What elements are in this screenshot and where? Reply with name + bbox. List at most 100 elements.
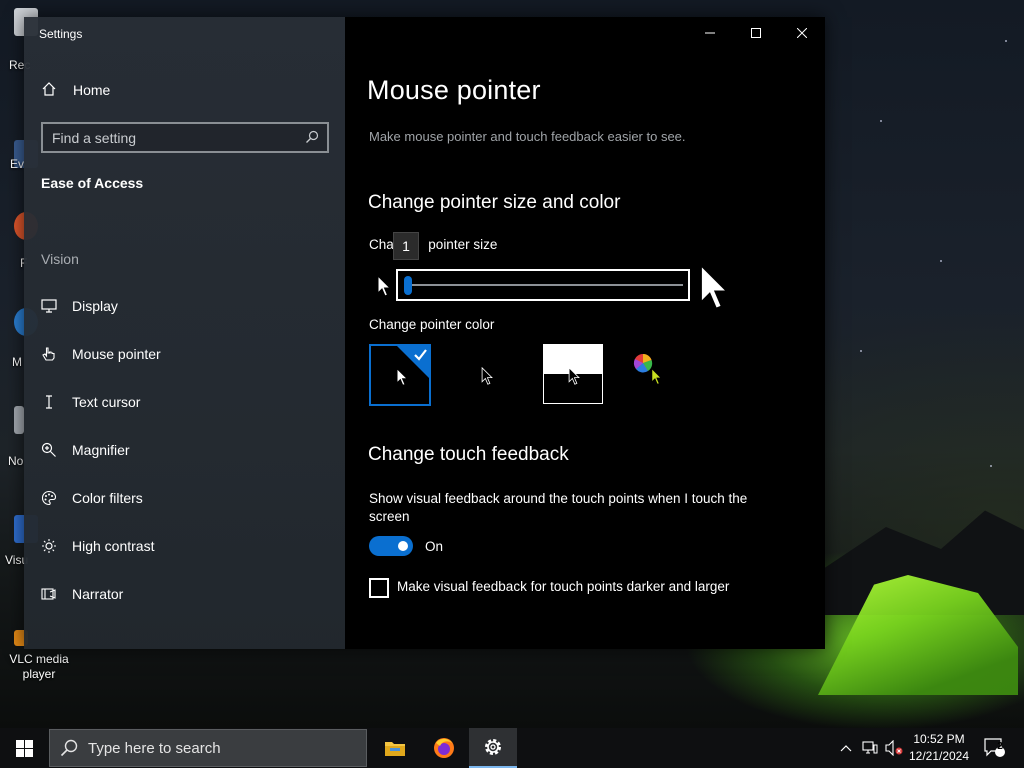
- sidebar-item-label: Narrator: [72, 586, 124, 602]
- notification-count: 2: [997, 741, 1003, 752]
- sidebar-item-label: Home: [73, 82, 111, 98]
- sidebar-item-high-contrast[interactable]: High contrast: [41, 535, 331, 557]
- touch-feedback-label: Show visual feedback around the touch po…: [369, 491, 748, 524]
- taskbar-search-placeholder: Type here to search: [88, 739, 221, 757]
- sidebar-item-label: Text cursor: [72, 394, 141, 410]
- hand-pointer-icon: [41, 346, 57, 362]
- color-option-black[interactable]: [455, 344, 517, 406]
- large-pointer-icon: [699, 263, 729, 316]
- sidebar-item-magnifier[interactable]: Magnifier: [41, 439, 331, 461]
- windows-logo-icon: [15, 739, 33, 757]
- volume-tray-button[interactable]: [884, 728, 904, 768]
- search-icon: [60, 739, 78, 757]
- sidebar-item-label: Color filters: [72, 490, 143, 506]
- star: [990, 465, 992, 467]
- desktop-icon-label: No: [8, 454, 24, 468]
- touch-section-title: Change touch feedback: [368, 444, 569, 465]
- yellow-pointer-icon: [651, 368, 662, 385]
- sun-icon: [41, 538, 57, 554]
- find-setting-search-box[interactable]: [41, 122, 329, 153]
- taskbar-settings[interactable]: [469, 728, 517, 768]
- pointer-size-label-prefix: Cha: [369, 237, 394, 252]
- page-description: Make mouse pointer and touch feedback ea…: [369, 129, 686, 144]
- color-option-white[interactable]: [369, 344, 431, 406]
- desktop-icon-label: Rec: [9, 58, 31, 72]
- section-title: Ease of Access: [41, 175, 144, 191]
- touch-feedback-toggle[interactable]: [369, 536, 413, 556]
- sidebar-item-mouse-pointer[interactable]: Mouse pointer: [41, 343, 331, 365]
- window-controls: [687, 17, 825, 49]
- slider-track: [406, 284, 683, 286]
- toggle-knob: [398, 541, 408, 551]
- network-tray-button[interactable]: [860, 728, 880, 768]
- sidebar-item-narrator[interactable]: Narrator: [41, 583, 331, 605]
- inverted-pointer-icon: [568, 367, 580, 385]
- desktop-icon-label: Ev: [10, 157, 25, 171]
- darker-feedback-label: Make visual feedback for touch points da…: [397, 579, 730, 594]
- gear-icon: [485, 739, 501, 755]
- taskbar-search-box[interactable]: Type here to search: [49, 729, 367, 767]
- page-title: Mouse pointer: [367, 75, 541, 105]
- sidebar-item-home[interactable]: Home: [41, 80, 110, 100]
- star: [1005, 40, 1007, 42]
- pointer-size-label-suffix: pointer size: [428, 237, 498, 252]
- narrator-icon: [41, 586, 57, 602]
- close-button[interactable]: [779, 17, 825, 49]
- close-icon: [797, 28, 807, 38]
- pointer-section-title: Change pointer size and color: [368, 192, 621, 213]
- magnifier-icon: [41, 442, 57, 458]
- sidebar-item-display[interactable]: Display: [41, 295, 331, 317]
- color-option-inverted[interactable]: [543, 344, 603, 404]
- sidebar: Settings Home Ease of Access Vision Disp…: [24, 17, 345, 649]
- star: [860, 350, 862, 352]
- chevron-up-icon: [840, 745, 852, 752]
- taskbar-file-explorer[interactable]: [371, 728, 419, 768]
- volume-muted-icon: [885, 740, 903, 756]
- taskbar: Type here to search 10:52 PM 12/21/2024 …: [0, 728, 1024, 768]
- search-icon[interactable]: [305, 130, 319, 149]
- small-pointer-icon: [377, 274, 392, 302]
- color-option-custom[interactable]: [627, 344, 689, 406]
- minimize-icon: [705, 32, 715, 34]
- file-explorer-icon: [385, 742, 405, 756]
- taskbar-firefox[interactable]: [420, 728, 468, 768]
- home-icon: [41, 81, 57, 100]
- maximize-icon: [751, 28, 761, 38]
- text-cursor-icon: [41, 394, 57, 410]
- taskbar-clock[interactable]: 10:52 PM 12/21/2024: [906, 731, 972, 765]
- maximize-button[interactable]: [733, 17, 779, 49]
- star: [940, 260, 942, 262]
- desktop-icon-label: VLC media player: [9, 652, 69, 681]
- show-hidden-icons-button[interactable]: [836, 728, 856, 768]
- main-content: Mouse pointer Make mouse pointer and tou…: [345, 17, 825, 649]
- pointer-color-label: Change pointer color: [369, 317, 495, 332]
- sidebar-item-label: Display: [72, 298, 118, 314]
- group-label-vision: Vision: [41, 251, 79, 267]
- firefox-icon: [434, 738, 454, 758]
- darker-feedback-checkbox[interactable]: [369, 578, 389, 598]
- window-title: Settings: [39, 27, 83, 41]
- sidebar-item-label: High contrast: [72, 538, 155, 554]
- search-input[interactable]: [52, 129, 292, 146]
- sidebar-item-color-filters[interactable]: Color filters: [41, 487, 331, 509]
- sidebar-item-text-cursor[interactable]: Text cursor: [41, 391, 331, 413]
- settings-window: Settings Home Ease of Access Vision Disp…: [24, 17, 825, 649]
- action-center-button[interactable]: 2: [980, 728, 1010, 768]
- sidebar-item-label: Magnifier: [72, 442, 130, 458]
- desktop-shortcut-icon[interactable]: [14, 406, 24, 434]
- palette-icon: [41, 490, 57, 506]
- start-button[interactable]: [0, 728, 48, 768]
- slider-value-tooltip: 1: [393, 232, 419, 260]
- clock-date: 12/21/2024: [908, 749, 970, 763]
- network-icon: [862, 741, 878, 754]
- pointer-size-slider[interactable]: [396, 269, 690, 301]
- monitor-icon: [41, 298, 57, 314]
- toggle-state-label: On: [425, 539, 444, 554]
- white-pointer-icon: [396, 368, 408, 386]
- pointer-size-label: Cha pointer size: [369, 237, 497, 252]
- star: [880, 120, 882, 122]
- minimize-button[interactable]: [687, 17, 733, 49]
- black-pointer-icon: [481, 367, 493, 385]
- sidebar-item-label: Mouse pointer: [72, 346, 161, 362]
- slider-thumb[interactable]: [404, 276, 412, 295]
